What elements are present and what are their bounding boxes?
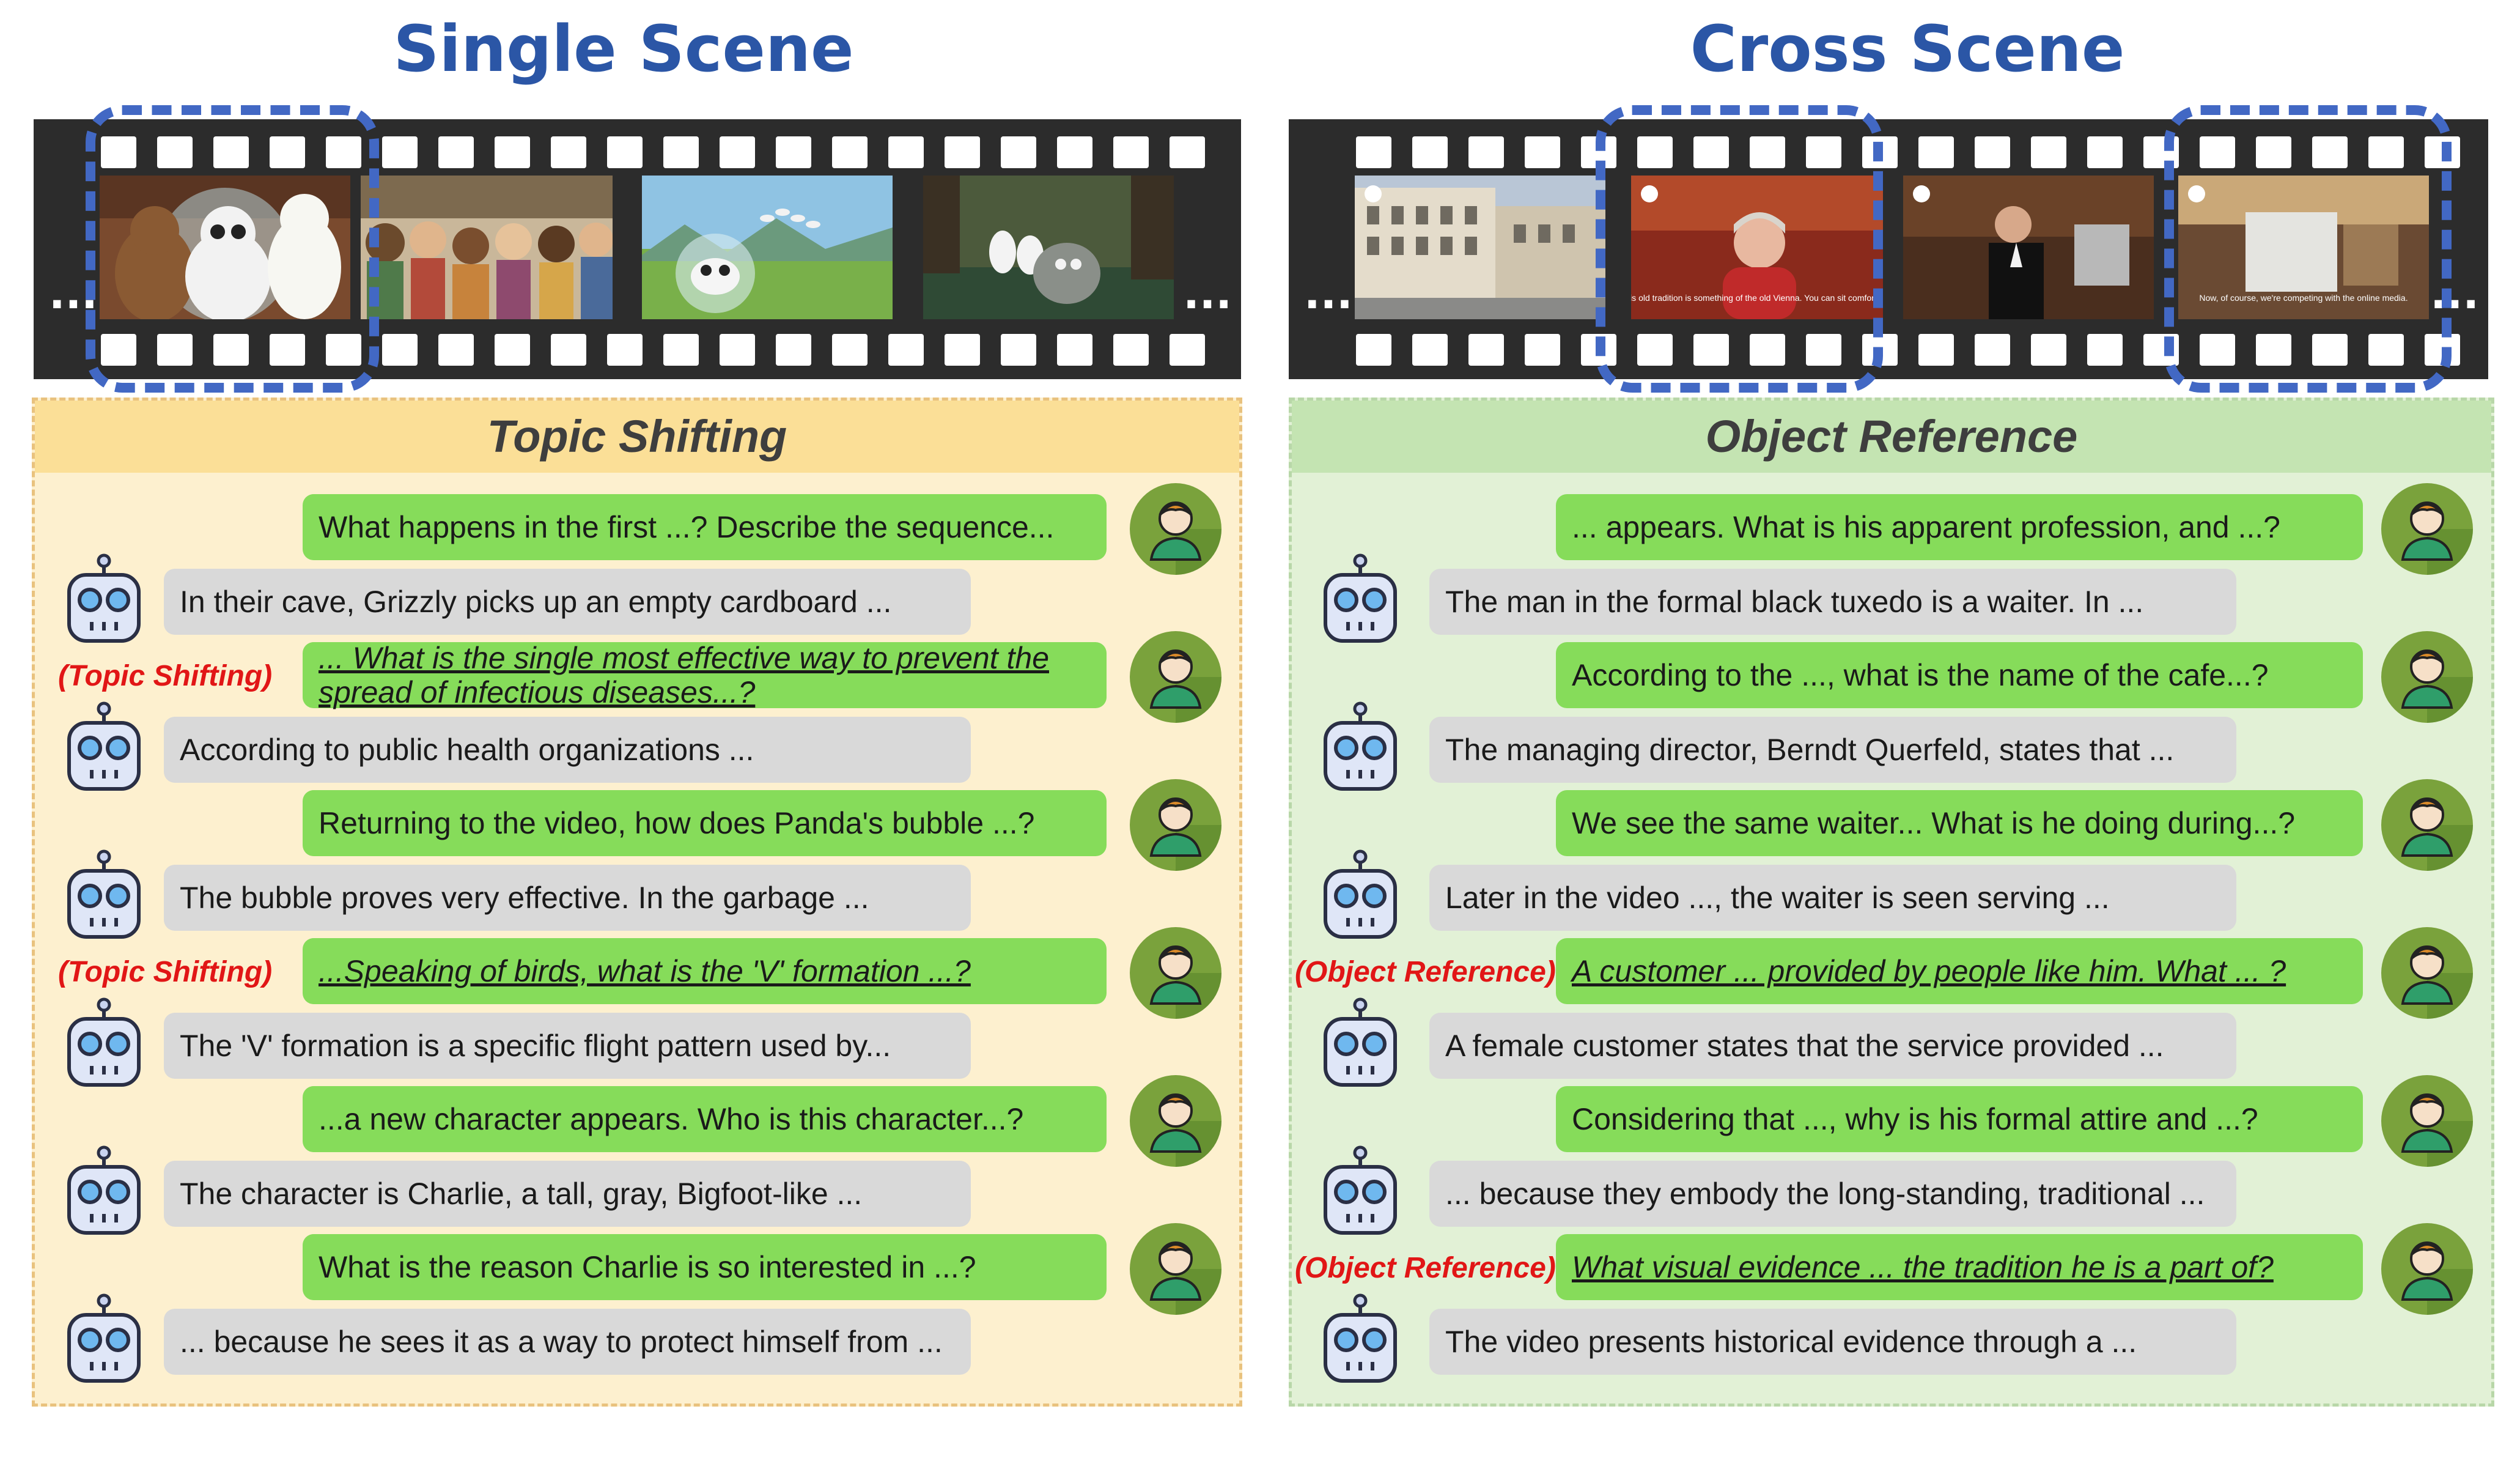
right-question-text: What visual evidence ... the tradition h…	[1572, 1250, 2274, 1284]
left-answer-bubble: The 'V' formation is a specific flight p…	[164, 1013, 971, 1079]
left-question-bubble: ... What is the single most effective wa…	[303, 641, 1107, 709]
right-question-bubble: We see the same waiter... What is he doi…	[1556, 790, 2363, 856]
user-avatar-icon	[2381, 483, 2473, 575]
robot-assistant-icon	[64, 849, 144, 941]
left-question-text: ...Speaking of birds, what is the 'V' fo…	[319, 954, 971, 988]
video-frame-vienna-street	[1355, 176, 1605, 319]
left-question-bubble: What happens in the first ...? Describe …	[303, 494, 1107, 560]
left-answer-bubble: The bubble proves very effective. In the…	[164, 865, 971, 931]
right-tag-label: (Object Reference)	[1295, 1252, 1556, 1284]
user-avatar-icon	[1130, 927, 1221, 1019]
right-question-bubble: ... appears. What is his apparent profes…	[1556, 494, 2363, 560]
left-answer-text: ... because he sees it as a way to prote…	[180, 1325, 943, 1359]
robot-assistant-icon	[1321, 1293, 1400, 1385]
right-question-text: According to the ..., what is the name o…	[1572, 658, 2269, 692]
left-tag-label: (Topic Shifting)	[58, 956, 273, 988]
user-avatar-icon	[2381, 927, 2473, 1019]
left-answer-text: In their cave, Grizzly picks up an empty…	[180, 585, 892, 619]
right-answer-text: The man in the formal black tuxedo is a …	[1445, 585, 2144, 619]
right-question-bubble: According to the ..., what is the name o…	[1556, 642, 2363, 708]
left-tag-label: (Topic Shifting)	[58, 660, 273, 692]
user-avatar-icon	[2381, 631, 2473, 723]
right-answer-bubble: A female customer states that the servic…	[1429, 1013, 2236, 1079]
robot-assistant-icon	[1321, 1145, 1400, 1237]
right-question-text: ... appears. What is his apparent profes…	[1572, 510, 2280, 544]
right-answer-text: ... because they embody the long-standin…	[1445, 1177, 2205, 1211]
right-question-bubble: Considering that ..., why is his formal …	[1556, 1086, 2363, 1152]
single-scene-selection-box	[86, 105, 379, 393]
robot-assistant-icon	[1321, 701, 1400, 793]
right-answer-bubble: The video presents historical evidence t…	[1429, 1309, 2236, 1375]
video-frame-panda-field	[642, 176, 893, 319]
ellipsis-right: ...	[1183, 268, 1232, 319]
user-avatar-icon	[2381, 1223, 2473, 1315]
right-answer-text: A female customer states that the servic…	[1445, 1029, 2164, 1063]
robot-assistant-icon	[64, 997, 144, 1089]
left-answer-bubble: According to public health organizations…	[164, 717, 971, 783]
robot-assistant-icon	[64, 1145, 144, 1237]
left-question-text: ...a new character appears. Who is this …	[319, 1102, 1024, 1136]
cross-scene-title: Cross Scene	[1690, 12, 2125, 86]
right-question-text: We see the same waiter... What is he doi…	[1572, 806, 2296, 840]
right-answer-bubble: The managing director, Berndt Querfeld, …	[1429, 717, 2236, 783]
left-question-bubble: ...Speaking of birds, what is the 'V' fo…	[303, 938, 1107, 1004]
right-question-text: Considering that ..., why is his formal …	[1572, 1102, 2258, 1136]
right-answer-bubble: Later in the video ..., the waiter is se…	[1429, 865, 2236, 931]
left-answer-text: The 'V' formation is a specific flight p…	[180, 1029, 891, 1063]
right-question-bubble: What visual evidence ... the tradition h…	[1556, 1234, 2363, 1300]
video-frame-waiter	[1903, 176, 2154, 319]
left-question-text: What happens in the first ...? Describe …	[319, 510, 1055, 544]
ellipsis-left-cross: ...	[1304, 268, 1353, 319]
left-answer-text: According to public health organizations…	[180, 733, 754, 767]
robot-assistant-icon	[1321, 997, 1400, 1089]
robot-assistant-icon	[1321, 849, 1400, 941]
left-question-bubble: What is the reason Charlie is so interes…	[303, 1234, 1107, 1300]
left-question-text: What is the reason Charlie is so interes…	[319, 1250, 976, 1284]
user-avatar-icon	[2381, 1075, 2473, 1167]
user-avatar-icon	[1130, 1075, 1221, 1167]
single-scene-title: Single Scene	[393, 12, 854, 86]
right-answer-bubble: ... because they embody the long-standin…	[1429, 1161, 2236, 1227]
user-avatar-icon	[1130, 483, 1221, 575]
left-answer-bubble: In their cave, Grizzly picks up an empty…	[164, 569, 971, 635]
cross-scene-selection-box-2	[2164, 105, 2452, 393]
user-avatar-icon	[1130, 631, 1221, 723]
right-answer-text: The video presents historical evidence t…	[1445, 1325, 2137, 1359]
robot-assistant-icon	[64, 1293, 144, 1385]
user-avatar-icon	[1130, 1223, 1221, 1315]
video-frame-crowd	[361, 176, 613, 319]
panel-header: Topic Shifting	[35, 401, 1239, 473]
user-avatar-icon	[1130, 779, 1221, 871]
left-answer-text: The bubble proves very effective. In the…	[180, 881, 869, 915]
video-frame-swamp	[923, 176, 1174, 319]
panel-header: Object Reference	[1292, 401, 2491, 473]
robot-assistant-icon	[64, 701, 144, 793]
left-question-bubble: Returning to the video, how does Panda's…	[303, 790, 1107, 856]
left-question-text: ... What is the single most effective wa…	[319, 641, 1049, 709]
robot-assistant-icon	[64, 553, 144, 645]
left-question-bubble: ...a new character appears. Who is this …	[303, 1086, 1107, 1152]
user-avatar-icon	[2381, 779, 2473, 871]
left-answer-bubble: ... because he sees it as a way to prote…	[164, 1309, 971, 1375]
robot-assistant-icon	[1321, 553, 1400, 645]
right-question-text: A customer ... provided by people like h…	[1572, 954, 2286, 988]
cross-scene-selection-box-1	[1596, 105, 1883, 393]
left-answer-text: The character is Charlie, a tall, gray, …	[180, 1177, 863, 1211]
right-answer-text: The managing director, Berndt Querfeld, …	[1445, 733, 2175, 767]
right-question-bubble: A customer ... provided by people like h…	[1556, 938, 2363, 1004]
left-question-text: Returning to the video, how does Panda's…	[319, 806, 1035, 840]
left-answer-bubble: The character is Charlie, a tall, gray, …	[164, 1161, 971, 1227]
right-tag-label: (Object Reference)	[1295, 956, 1556, 988]
right-answer-bubble: The man in the formal black tuxedo is a …	[1429, 569, 2236, 635]
right-answer-text: Later in the video ..., the waiter is se…	[1445, 881, 2110, 915]
